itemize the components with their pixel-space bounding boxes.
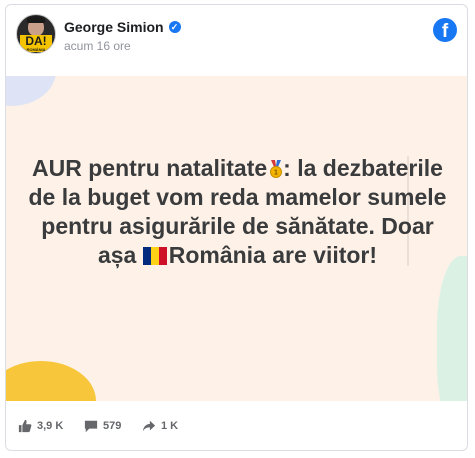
decor-blob-bottom-left [6, 361, 96, 401]
romania-flag-icon [142, 243, 167, 265]
author-avatar[interactable]: DA! ROMÂNIA [16, 14, 56, 54]
comments-count: 579 [103, 420, 122, 432]
avatar-hair [27, 16, 45, 23]
avatar-badge: DA! ROMÂNIA [20, 35, 52, 52]
post-text: AUR pentru natalitate 1 : la dezbaterile… [26, 154, 449, 270]
likes-count: 3,9 K [37, 420, 64, 432]
post-text-part3: România are viitor! [168, 242, 378, 268]
post-footer: 3,9 K 579 1 K [6, 409, 467, 449]
avatar-badge-text: DA! [25, 34, 47, 48]
post-text-part1: AUR pentru natalitate [32, 155, 268, 181]
comment-icon [84, 420, 98, 433]
decor-blob-top-left [6, 76, 56, 106]
post-timestamp[interactable]: acum 16 ore [64, 39, 131, 53]
thumbs-up-icon [18, 419, 32, 433]
author-name-row: George Simion ✓ [64, 19, 181, 35]
facebook-post-card: DA! ROMÂNIA George Simion ✓ acum 16 ore … [5, 4, 468, 451]
shares-stat[interactable]: 1 K [142, 419, 178, 433]
svg-text:1: 1 [274, 170, 278, 177]
share-icon [142, 420, 156, 432]
likes-stat[interactable]: 3,9 K [18, 419, 63, 433]
shares-count: 1 K [161, 420, 179, 432]
author-name[interactable]: George Simion [64, 19, 164, 35]
post-header: DA! ROMÂNIA George Simion ✓ acum 16 ore … [6, 5, 467, 75]
post-image: AUR pentru natalitate 1 : la dezbaterile… [6, 76, 467, 401]
facebook-icon[interactable]: f [433, 18, 457, 42]
decor-blob-right [437, 256, 467, 401]
avatar-badge-subtext: ROMÂNIA [26, 47, 46, 52]
comments-stat[interactable]: 579 [84, 419, 121, 433]
verified-badge-icon: ✓ [168, 21, 181, 33]
medal-icon: 1 [270, 160, 283, 178]
